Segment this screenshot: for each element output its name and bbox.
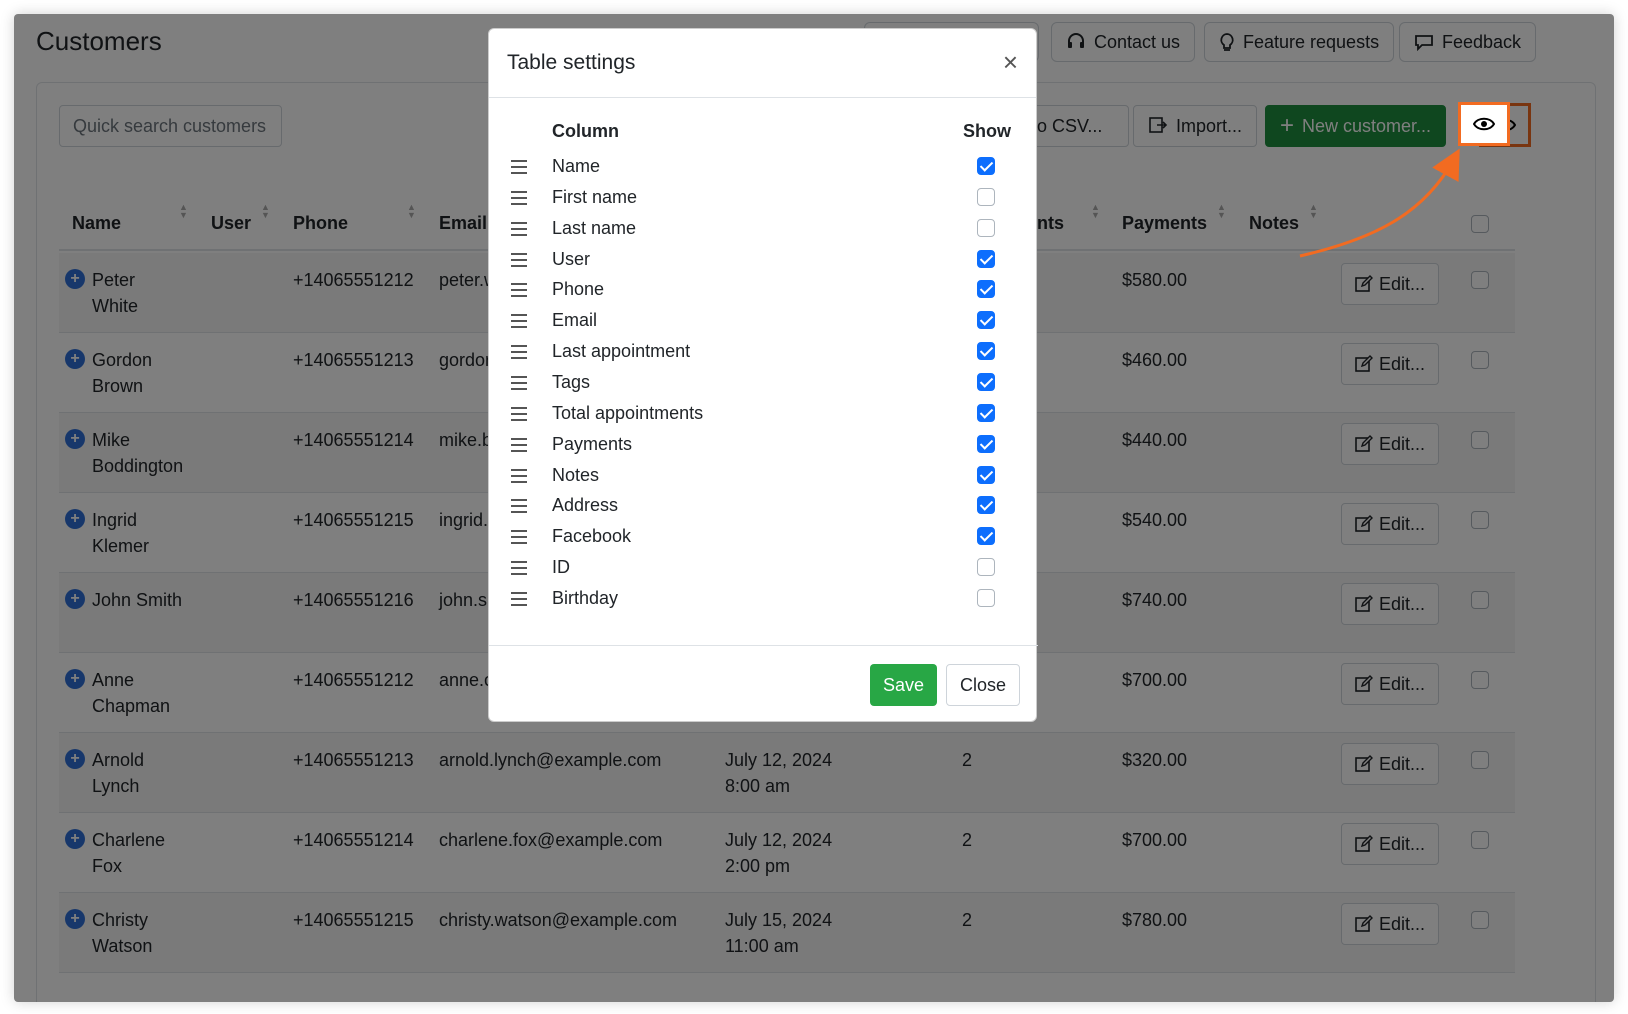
drag-handle-icon[interactable] <box>511 406 527 421</box>
modal-footer: Save Close <box>489 645 1038 723</box>
close-icon[interactable]: × <box>1003 47 1018 77</box>
drag-handle-icon[interactable] <box>511 160 527 174</box>
column-show-checkbox[interactable] <box>977 588 995 607</box>
drag-handle-icon[interactable] <box>511 314 527 329</box>
drag-handle-icon[interactable] <box>511 190 527 205</box>
drag-handle-icon[interactable] <box>511 468 527 483</box>
column-show-checkbox[interactable] <box>977 249 995 268</box>
column-show-checkbox[interactable] <box>977 403 995 422</box>
drag-handle-icon[interactable] <box>511 499 527 514</box>
column-setting-row: Birthday <box>489 586 1038 617</box>
column-label: Address <box>552 495 619 516</box>
eye-icon <box>1473 117 1495 131</box>
column-setting-row: User <box>489 247 1038 278</box>
column-show-checkbox[interactable] <box>977 434 995 453</box>
column-setting-row: ID <box>489 555 1038 586</box>
drag-handle-icon[interactable] <box>511 221 527 236</box>
app-window: Customers Contact us Feature requests Fe… <box>14 14 1614 1002</box>
column-show-checkbox[interactable] <box>977 558 995 577</box>
column-show-checkbox[interactable] <box>977 187 995 206</box>
drag-handle-icon[interactable] <box>511 283 527 298</box>
close-button[interactable]: Close <box>946 664 1020 706</box>
column-label: User <box>552 248 591 269</box>
column-show-checkbox[interactable] <box>977 280 995 299</box>
column-setting-row: Payments <box>489 432 1038 463</box>
column-show-checkbox[interactable] <box>977 311 995 330</box>
drag-handle-icon[interactable] <box>511 437 527 452</box>
column-setting-row: Email <box>489 308 1038 339</box>
column-label: Facebook <box>552 526 632 547</box>
drag-handle-icon[interactable] <box>511 375 527 390</box>
drag-handle-icon[interactable] <box>511 252 527 267</box>
column-header: Column <box>552 121 619 141</box>
column-setting-row: Tags <box>489 370 1038 401</box>
column-setting-row: Facebook <box>489 524 1038 555</box>
modal-title: Table settings <box>507 51 636 74</box>
column-label: Birthday <box>552 587 619 608</box>
column-label: Notes <box>552 464 600 485</box>
show-header: Show <box>963 121 1011 141</box>
column-show-checkbox[interactable] <box>977 157 995 175</box>
column-label: Last name <box>552 217 637 238</box>
column-show-checkbox[interactable] <box>977 372 995 391</box>
save-button[interactable]: Save <box>870 664 937 706</box>
column-label: Total appointments <box>552 402 704 423</box>
column-label: Phone <box>552 279 605 300</box>
column-setting-row: Total appointments <box>489 401 1038 432</box>
column-setting-row: Notes <box>489 463 1038 494</box>
column-setting-row: Phone <box>489 277 1038 308</box>
column-label: ID <box>552 557 570 578</box>
drag-handle-icon[interactable] <box>511 530 527 545</box>
column-setting-row: Last appointment <box>489 339 1038 370</box>
modal-header: Table settings × <box>489 29 1036 98</box>
column-show-checkbox[interactable] <box>977 342 995 361</box>
column-label: Payments <box>552 433 633 454</box>
table-settings-modal: Table settings × Column Show Name First … <box>488 28 1038 723</box>
column-label: Name <box>552 156 601 176</box>
drag-handle-icon[interactable] <box>511 345 527 360</box>
column-label: First name <box>552 186 638 207</box>
column-label: Email <box>552 310 598 331</box>
column-setting-row: Last name <box>489 216 1038 247</box>
column-setting-row: Address <box>489 493 1038 524</box>
column-label: Last appointment <box>552 341 691 362</box>
column-setting-row: Name <box>489 154 1038 185</box>
column-show-checkbox[interactable] <box>977 527 995 546</box>
drag-handle-icon[interactable] <box>511 591 527 606</box>
drag-handle-icon[interactable] <box>511 561 527 576</box>
column-show-checkbox[interactable] <box>977 218 995 237</box>
column-setting-row: First name <box>489 185 1038 216</box>
column-label: Tags <box>552 371 591 392</box>
column-show-checkbox[interactable] <box>977 465 995 484</box>
column-show-checkbox[interactable] <box>977 496 995 515</box>
highlighted-eye-button[interactable] <box>1458 102 1510 146</box>
